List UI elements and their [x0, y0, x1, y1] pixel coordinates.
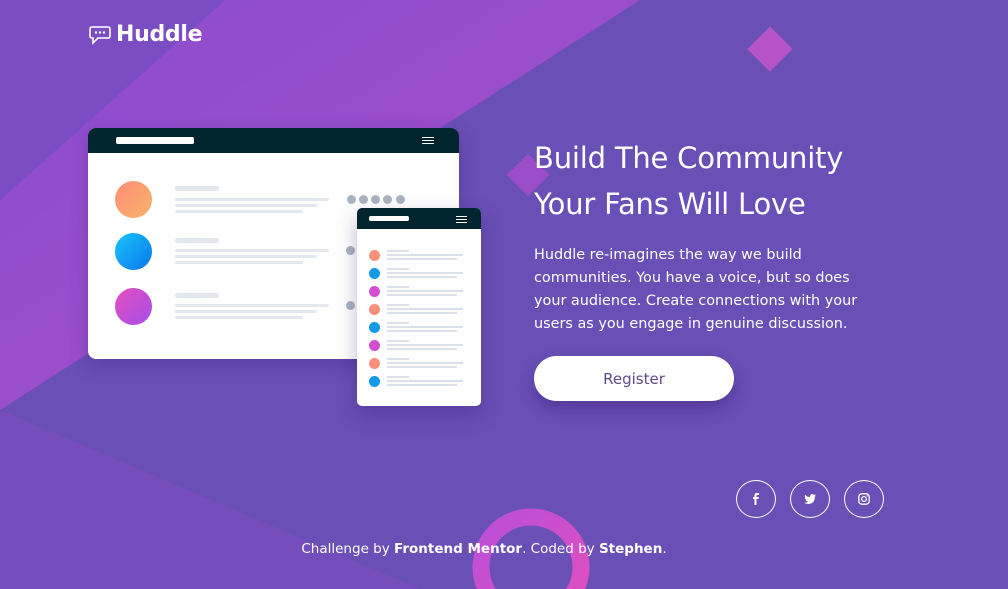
window-titlebar — [357, 208, 481, 229]
chat-bubble-icon — [89, 25, 111, 45]
mobile-window-mockup — [357, 208, 481, 406]
attribution-footer: Challenge by Frontend Mentor. Coded by S… — [0, 541, 968, 557]
hero-description: Huddle re-imagines the way we build comm… — [534, 247, 858, 332]
twitter-link[interactable] — [790, 480, 830, 518]
facebook-icon — [753, 493, 759, 505]
hero-title-line-1: Build The Community — [534, 141, 844, 175]
hero-title-line-2: Your Fans Will Love — [534, 187, 806, 221]
hamburger-menu-icon — [456, 216, 467, 223]
social-links — [736, 480, 884, 518]
twitter-icon — [804, 494, 816, 504]
register-button[interactable]: Register — [534, 356, 734, 401]
footer-prefix: Challenge by — [301, 541, 395, 557]
instagram-icon — [858, 493, 870, 505]
brand-logo[interactable]: Huddle — [89, 22, 203, 47]
footer-suffix: . — [662, 541, 667, 557]
avatar — [115, 233, 152, 270]
frontend-mentor-link[interactable]: Frontend Mentor — [394, 541, 522, 557]
avatar — [115, 181, 152, 218]
footer-middle: . Coded by — [522, 541, 599, 557]
author-link[interactable]: Stephen — [599, 541, 662, 557]
brand-name: Huddle — [116, 22, 203, 47]
instagram-link[interactable] — [844, 480, 884, 518]
hamburger-menu-icon — [422, 137, 434, 144]
hero-section: Build The Community Your Fans Will Love … — [534, 135, 894, 401]
hero-title: Build The Community Your Fans Will Love — [534, 135, 894, 227]
avatar — [115, 288, 152, 325]
window-titlebar — [88, 128, 459, 153]
facebook-link[interactable] — [736, 480, 776, 518]
